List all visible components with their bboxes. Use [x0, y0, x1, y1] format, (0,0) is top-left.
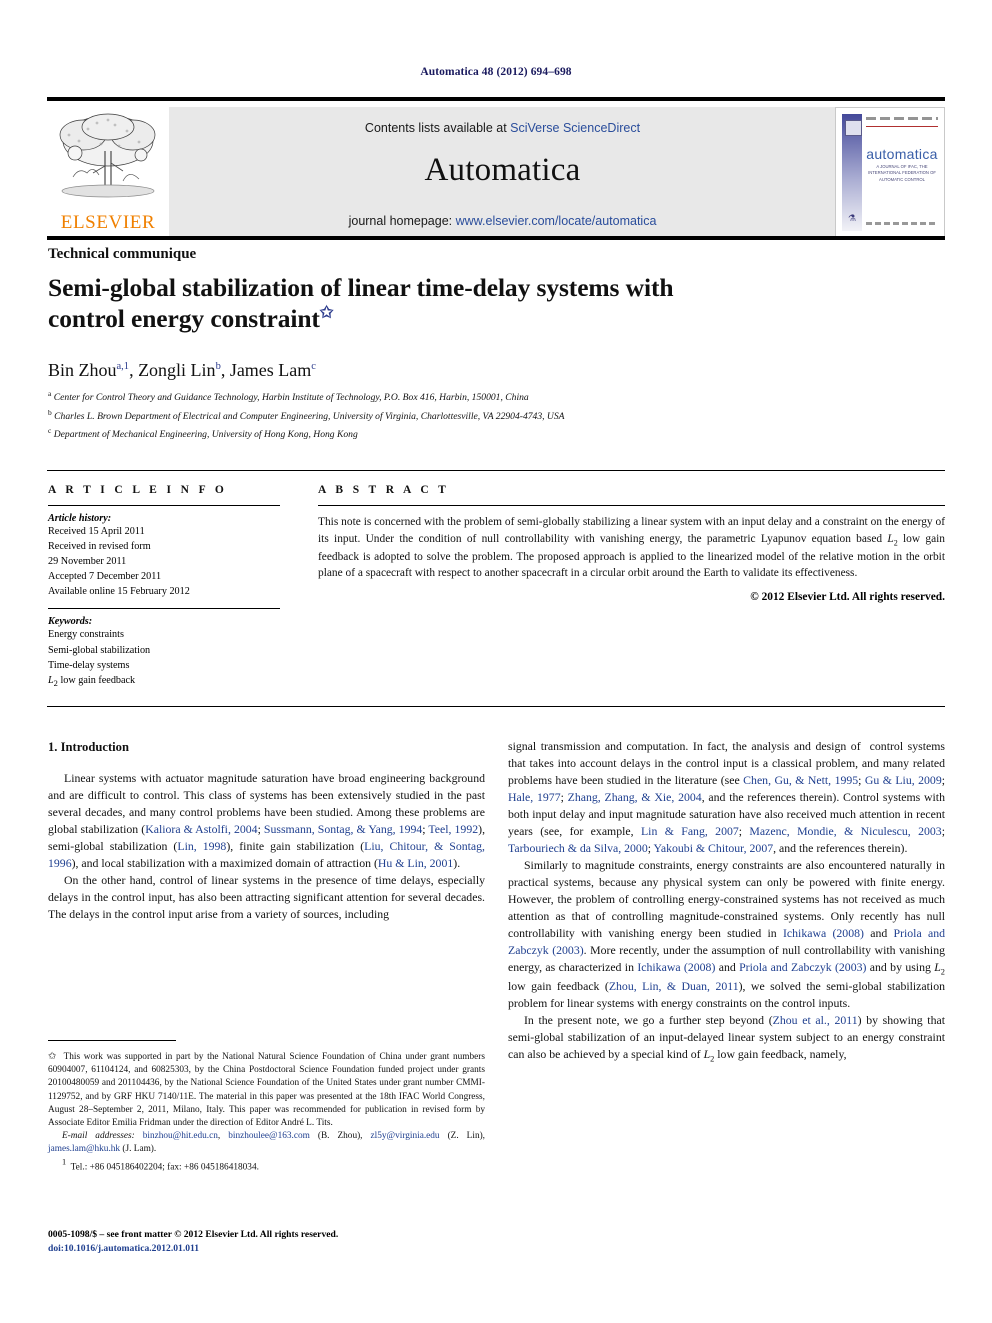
history-line: Available online 15 February 2012 — [48, 586, 190, 598]
page-title: Semi-global stabilization of linear time… — [48, 272, 728, 334]
keyword-item: Energy constraints — [48, 629, 124, 641]
affiliation-list: a Center for Control Theory and Guidance… — [48, 388, 748, 444]
abstract-text: This note is concerned with the problem … — [318, 516, 945, 580]
doi-line[interactable]: doi:10.1016/j.automatica.2012.01.011 — [48, 1242, 485, 1256]
abstract-region-top-rule — [47, 470, 945, 471]
masthead-bottom-rule — [47, 236, 945, 240]
keyword-item: Time-delay systems — [48, 659, 130, 671]
issn-line: 0005-1098/$ – see front matter © 2012 El… — [48, 1229, 339, 1240]
elsevier-logo: ELSEVIER — [47, 107, 169, 238]
journal-homepage-link[interactable]: www.elsevier.com/locate/automatica — [456, 214, 657, 228]
keyword-item: Semi-global stabilization — [48, 644, 151, 656]
article-history-lines: Received 15 April 2011 Received in revis… — [48, 524, 278, 599]
history-line: Received in revised form — [48, 541, 151, 553]
homepage-prefix: journal homepage: — [348, 214, 456, 228]
paragraph: Linear systems with actuator magnitude s… — [48, 771, 486, 871]
affiliation-line: a Center for Control Theory and Guidance… — [48, 389, 529, 404]
telephone-footnote: 1 Tel.: +86 045186402204; fax: +86 04518… — [62, 1157, 259, 1172]
funding-footnote: ✩ This work was supported in part by the… — [48, 1051, 485, 1128]
body-column-right: signal transmission and computation. In … — [508, 738, 945, 1066]
affiliation-line: b Charles L. Brown Department of Electri… — [48, 407, 565, 422]
journal-masthead: ELSEVIER Contents lists available at Sci… — [47, 97, 945, 238]
history-line: Accepted 7 December 2011 — [48, 571, 162, 583]
contents-available-line: Contents lists available at SciVerse Sci… — [170, 121, 835, 135]
author-list: Bin Zhoua,1, Zongli Linb, James Lamc — [48, 360, 316, 380]
keywords-label: Keywords: — [48, 616, 93, 628]
running-head: Automatica 48 (2012) 694–698 — [420, 66, 572, 78]
paragraph: In the present note, we go a further ste… — [508, 1013, 945, 1064]
footnote-separator-rule — [48, 1040, 176, 1042]
imprint-block: 0005-1098/$ – see front matter © 2012 El… — [48, 1228, 485, 1257]
cover-journal-title: automatica — [866, 146, 938, 162]
history-line: 29 November 2011 — [48, 556, 127, 568]
journal-title: Automatica — [424, 152, 581, 188]
elsevier-tree-icon — [59, 113, 156, 198]
journal-article-page: Automatica 48 (2012) 694–698 ELSEVIER Co… — [0, 0, 992, 1323]
paper-title-text: Semi-global stabilization of linear time… — [48, 273, 674, 334]
journal-cover-thumbnail: automatica A JOURNAL OF IFAC, THE INTERN… — [835, 107, 945, 238]
elsevier-wordmark: ELSEVIER — [60, 212, 156, 233]
ifac-logo-icon: ⚗ — [847, 213, 857, 223]
article-info-rule — [48, 505, 280, 506]
cover-red-rule — [866, 126, 938, 127]
abstract-block: A B S T R A C T This note is concerned w… — [318, 484, 945, 603]
paragraph: signal transmission and computation. In … — [508, 739, 945, 855]
contents-prefix: Contents lists available at — [364, 121, 511, 135]
abstract-region-bottom-rule — [47, 706, 945, 707]
abstract-heading: A B S T R A C T — [318, 484, 450, 496]
footnote-block: ✩ This work was supported in part by the… — [48, 1050, 485, 1174]
article-info-heading: A R T I C L E I N F O — [48, 484, 228, 496]
abstract-rule — [318, 505, 945, 506]
cover-footer-line — [866, 222, 936, 225]
cover-journal-subtitle: A JOURNAL OF IFAC, THE INTERNATIONAL FED… — [868, 164, 936, 182]
masthead-banner: Contents lists available at SciVerse Sci… — [169, 107, 835, 238]
sciencedirect-link[interactable]: SciVerse ScienceDirect — [510, 121, 640, 135]
keywords-list: Energy constraints Semi-global stabiliza… — [48, 627, 278, 689]
keywords-rule — [48, 608, 280, 610]
abstract-copyright: © 2012 Elsevier Ltd. All rights reserved… — [750, 590, 945, 603]
article-info-block: A R T I C L E I N F O Article history: R… — [48, 484, 280, 689]
cover-issue-line — [866, 117, 938, 120]
affiliation-line: c Department of Mechanical Engineering, … — [48, 426, 358, 441]
email-footnote: E-mail addresses: binzhou@hit.edu.cn, bi… — [48, 1131, 486, 1155]
article-type-label: Technical communique — [48, 246, 197, 262]
paragraph: On the other hand, control of linear sys… — [48, 873, 485, 921]
body-column-left: 1. Introduction Linear systems with actu… — [48, 738, 485, 923]
paragraph: Similarly to magnitude constraints, ener… — [508, 857, 946, 1011]
funding-footnote-marker[interactable]: ✩ — [320, 305, 333, 322]
journal-homepage-line: journal homepage: www.elsevier.com/locat… — [170, 214, 835, 228]
cover-logo-box — [845, 120, 862, 136]
history-line: Received 15 April 2011 — [48, 526, 145, 537]
section-heading-introduction: 1. Introduction — [48, 740, 129, 754]
article-history-label: Article history: — [48, 513, 112, 524]
keyword-item-l2: L2 low gain feedback — [48, 674, 136, 688]
